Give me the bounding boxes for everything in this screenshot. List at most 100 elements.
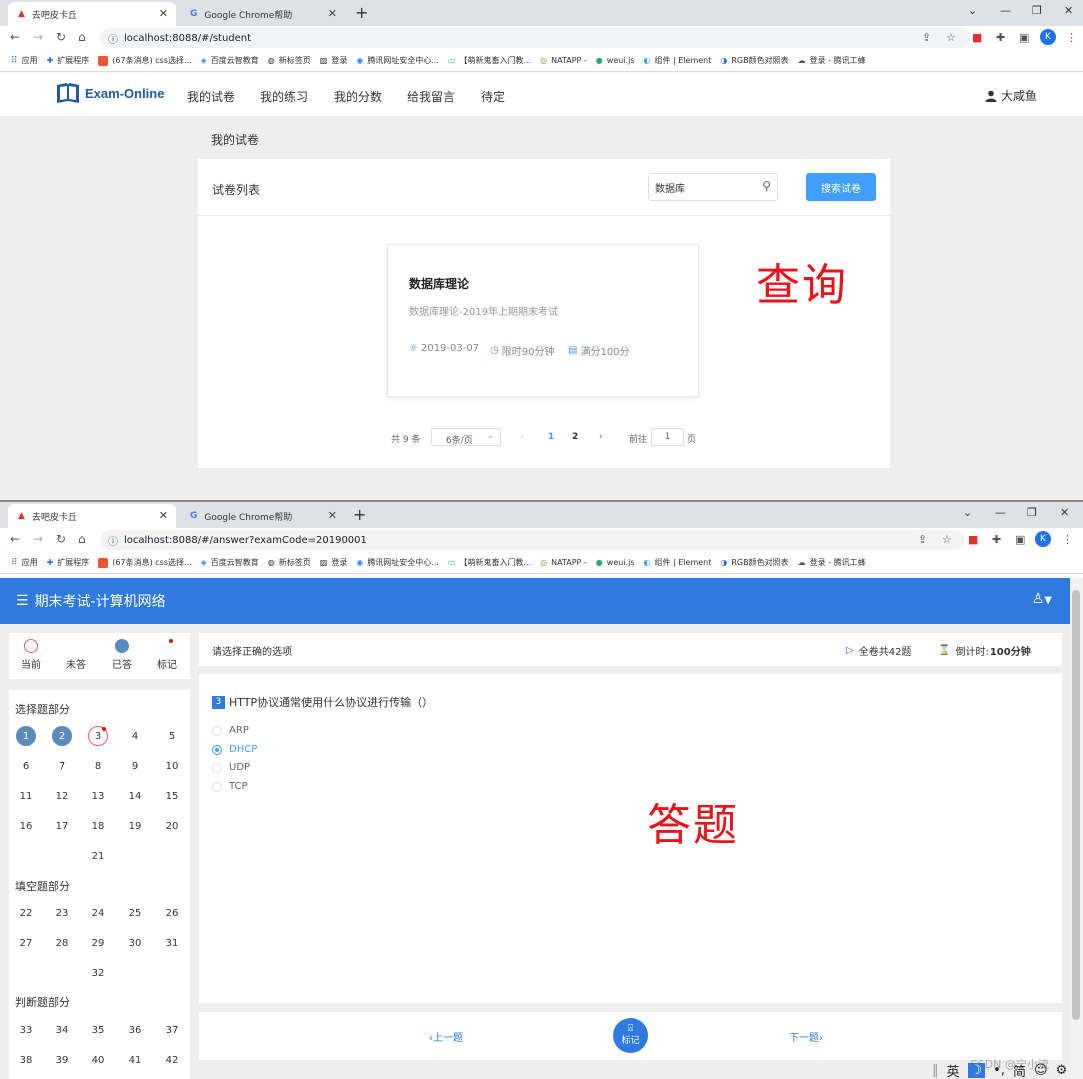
bookmark-baidu[interactable]: ◈ 百度云智教育	[201, 557, 259, 568]
forward-arrow-icon[interactable]: →	[33, 30, 43, 44]
question-number-17[interactable]: 17	[52, 816, 72, 836]
question-number-23[interactable]: 23	[52, 903, 72, 923]
option-dhcp[interactable]: DHCP	[212, 744, 257, 755]
bookmark-extensions[interactable]: ✚ 扩展程序	[47, 557, 90, 568]
option-udp[interactable]: UDP	[212, 762, 250, 773]
search-button[interactable]: 搜索试卷	[806, 173, 876, 201]
tab-search-chevron-icon[interactable]: ⌄	[968, 4, 977, 17]
bookmark-weui[interactable]: ● weui.js	[596, 558, 635, 567]
bookmark-bilibili[interactable]: ▭ 【萌新鬼畜入门教...	[448, 55, 531, 66]
question-number-13[interactable]: 13	[88, 786, 108, 806]
ime-gear-icon[interactable]: ⚙	[1056, 1063, 1068, 1078]
question-number-33[interactable]: 33	[16, 1020, 36, 1040]
nav-my-practice[interactable]: 我的练习	[260, 88, 308, 105]
question-number-6[interactable]: 6	[16, 756, 36, 776]
question-number-32[interactable]: 32	[88, 963, 108, 983]
question-number-41[interactable]: 41	[125, 1050, 145, 1070]
question-number-11[interactable]: 11	[16, 786, 36, 806]
question-number-16[interactable]: 16	[16, 816, 36, 836]
bookmark-tencent[interactable]: ◉ 腾讯网址安全中心...	[356, 55, 439, 66]
menu-kebab-icon[interactable]: ⋮	[1062, 533, 1073, 546]
question-number-7[interactable]: 7	[52, 756, 72, 776]
bookmark-apps[interactable]: ⠿ 应用	[11, 557, 38, 568]
prev-question-button[interactable]: ‹上一题	[429, 1029, 463, 1044]
question-number-1[interactable]: 1	[16, 726, 36, 746]
menu-toggle-icon[interactable]: ☰	[16, 593, 29, 609]
question-number-19[interactable]: 19	[125, 816, 145, 836]
tab-active[interactable]: ▲ 去吧皮卡丘 ✕	[8, 2, 176, 26]
scrollbar-thumb[interactable]	[1072, 590, 1080, 1020]
mark-button[interactable]: ⍓ 标记	[613, 1018, 648, 1053]
question-number-42[interactable]: 42	[162, 1050, 182, 1070]
next-page-icon[interactable]: ›	[599, 432, 603, 442]
option-arp[interactable]: ARP	[212, 725, 249, 736]
bookmark-newtab[interactable]: ◍ 新标签页	[268, 55, 311, 66]
url-field[interactable]: ⓘ localhost:8088/#/answer?examCode=20190…	[100, 530, 965, 550]
sidepanel-icon[interactable]: ▣	[1015, 533, 1025, 546]
bookmark-gongfeng[interactable]: ☁ 登录 - 腾讯工蜂	[798, 55, 866, 66]
question-number-14[interactable]: 14	[125, 786, 145, 806]
question-number-40[interactable]: 40	[88, 1050, 108, 1070]
tab-chrome-help[interactable]: G Google Chrome帮助 ✕	[180, 504, 345, 528]
extension-red-icon[interactable]: ■	[972, 31, 982, 44]
nav-leave-message[interactable]: 给我留言	[407, 88, 455, 105]
question-number-24[interactable]: 24	[88, 903, 108, 923]
bookmark-login[interactable]: ▨ 登录	[320, 557, 348, 568]
bookmark-login[interactable]: ▨ 登录	[320, 55, 348, 66]
reload-icon[interactable]: ↻	[56, 532, 66, 546]
tab-chrome-help[interactable]: G Google Chrome帮助 ✕	[180, 2, 345, 26]
bookmark-baidu[interactable]: ◈ 百度云智教育	[201, 55, 259, 66]
radio-checked-icon[interactable]	[212, 744, 222, 755]
tab-active[interactable]: ▲ 去吧皮卡丘 ✕	[8, 504, 176, 528]
question-number-21[interactable]: 21	[88, 846, 108, 866]
question-number-12[interactable]: 12	[52, 786, 72, 806]
search-input[interactable]: 数据库 ⚲	[648, 173, 778, 201]
radio-icon[interactable]	[212, 781, 222, 792]
ime-smile-icon[interactable]: ☺	[1034, 1063, 1048, 1078]
minimize-icon[interactable]: —	[1000, 4, 1011, 17]
bookmark-gongfeng[interactable]: ☁ 登录 - 腾讯工蜂	[798, 557, 866, 568]
puzzle-icon[interactable]: ✚	[996, 31, 1005, 44]
question-number-34[interactable]: 34	[52, 1020, 72, 1040]
home-icon[interactable]: ⌂	[78, 532, 86, 546]
question-number-39[interactable]: 39	[52, 1050, 72, 1070]
prev-page-icon[interactable]: ‹	[520, 432, 524, 442]
back-arrow-icon[interactable]: ←	[10, 532, 20, 546]
forward-arrow-icon[interactable]: →	[33, 532, 43, 546]
nav-my-exams[interactable]: 我的试卷	[187, 88, 235, 105]
radio-icon[interactable]	[212, 762, 222, 773]
question-number-10[interactable]: 10	[162, 756, 182, 776]
reload-icon[interactable]: ↻	[56, 30, 66, 44]
menu-kebab-icon[interactable]: ⋮	[1066, 31, 1077, 44]
next-question-button[interactable]: 下一题›	[789, 1029, 823, 1044]
ime-english[interactable]: 英	[947, 1061, 960, 1079]
bookmark-element[interactable]: ◐ 组件 | Element	[643, 55, 711, 66]
ime-moon-icon[interactable]: ☽	[967, 1062, 986, 1078]
page-1[interactable]: 1	[548, 432, 554, 442]
option-tcp[interactable]: TCP	[212, 781, 248, 792]
question-number-15[interactable]: 15	[162, 786, 182, 806]
restore-icon[interactable]: ❐	[1027, 506, 1037, 519]
question-number-4[interactable]: 4	[125, 726, 145, 746]
ime-simplified[interactable]: 简	[1013, 1061, 1026, 1079]
bookmark-extensions[interactable]: ✚ 扩展程序	[47, 55, 90, 66]
restore-icon[interactable]: ❐	[1032, 4, 1042, 17]
share-icon[interactable]: ⇪	[922, 31, 931, 44]
bookmark-rgb[interactable]: ◑ RGB颜色对照表	[720, 55, 788, 66]
bookmark-tencent[interactable]: ◉ 腾讯网址安全中心...	[356, 557, 439, 568]
bookmark-newtab[interactable]: ◍ 新标签页	[268, 557, 311, 568]
question-number-9[interactable]: 9	[125, 756, 145, 776]
bookmark-rgb[interactable]: ◑ RGB颜色对照表	[720, 557, 788, 568]
puzzle-icon[interactable]: ✚	[992, 533, 1001, 546]
sidepanel-icon[interactable]: ▣	[1019, 31, 1029, 44]
question-number-25[interactable]: 25	[125, 903, 145, 923]
bookmark-element[interactable]: ◐ 组件 | Element	[643, 557, 711, 568]
close-window-icon[interactable]: ✕	[1060, 506, 1069, 519]
exam-card[interactable]: 数据库理论 数据库理论-2019年上期期末考试 ☼ 2019-03-07 ◷ 限时9…	[387, 244, 699, 397]
question-number-27[interactable]: 27	[16, 933, 36, 953]
profile-avatar-icon[interactable]: K	[1035, 531, 1051, 547]
question-number-28[interactable]: 28	[52, 933, 72, 953]
user-menu[interactable]: ♙▼	[1032, 591, 1052, 607]
question-number-36[interactable]: 36	[125, 1020, 145, 1040]
close-tab-icon[interactable]: ✕	[328, 509, 337, 522]
